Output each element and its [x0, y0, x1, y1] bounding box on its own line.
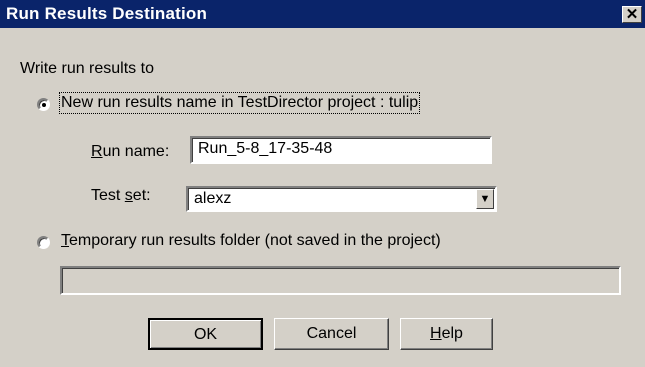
- dropdown-arrow-button[interactable]: ▼: [476, 189, 494, 209]
- test-set-label-mnemonic: s: [124, 187, 133, 204]
- run-name-label-rest: un name:: [102, 143, 170, 160]
- run-name-input[interactable]: Run_5-8_17-35-48: [190, 136, 492, 164]
- help-button-mnemonic: H: [430, 325, 442, 342]
- cancel-button-label: Cancel: [306, 325, 357, 342]
- chevron-down-icon: ▼: [479, 193, 491, 205]
- test-set-label-prefix: Test: [91, 187, 125, 204]
- test-set-label: Test set:: [91, 187, 151, 205]
- radio-selected-dot: [42, 103, 46, 107]
- window-title: Run Results Destination: [6, 4, 208, 23]
- run-name-value: Run_5-8_17-35-48: [198, 140, 333, 157]
- radio-project[interactable]: [37, 98, 50, 111]
- help-button[interactable]: Help: [400, 318, 493, 350]
- close-button[interactable]: ✕: [622, 6, 642, 23]
- temp-folder-field[interactable]: [60, 266, 621, 295]
- radio-temporary-label[interactable]: Temporary run results folder (not saved …: [61, 232, 441, 250]
- ok-button-label: OK: [193, 326, 218, 343]
- close-icon: ✕: [625, 6, 639, 23]
- help-button-label-rest: elp: [441, 325, 463, 342]
- run-name-label-mnemonic: R: [91, 143, 103, 160]
- title-bar: Run Results Destination ✕: [0, 0, 645, 28]
- test-set-dropdown[interactable]: alexz ▼: [186, 186, 497, 212]
- test-set-label-rest: et:: [132, 187, 151, 204]
- radio-temporary-label-rest: emporary run results folder (not saved i…: [69, 232, 441, 249]
- radio-temporary-mnemonic: T: [61, 232, 69, 249]
- test-set-value: alexz: [194, 190, 232, 207]
- radio-temporary[interactable]: [37, 236, 50, 249]
- run-name-label: Run name:: [91, 143, 169, 161]
- group-label: Write run results to: [20, 60, 154, 77]
- cancel-button[interactable]: Cancel: [274, 318, 389, 350]
- radio-project-label[interactable]: New run results name in TestDirector pro…: [58, 92, 421, 114]
- ok-button[interactable]: OK: [148, 318, 263, 350]
